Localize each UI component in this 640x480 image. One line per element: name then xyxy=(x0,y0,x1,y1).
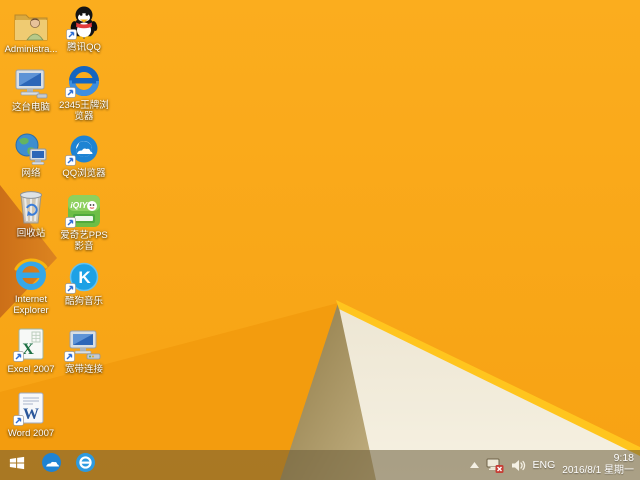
shortcut-arrow-icon xyxy=(65,283,76,294)
word-icon: W xyxy=(13,390,47,426)
windows-start-icon xyxy=(8,454,26,477)
network-status-icon[interactable] xyxy=(486,458,504,473)
desktop: Administra... 腾讯QQ 这台电脑 2345王牌浏览器 网络 QQ浏… xyxy=(0,0,640,480)
excel-logo-text: X xyxy=(22,341,34,358)
qq-browser-cloud-icon xyxy=(65,130,101,166)
blue-e-browser-icon xyxy=(65,62,101,98)
desktop-icon-qq-browser[interactable]: QQ浏览器 xyxy=(57,130,111,179)
desktop-icon-iqiyi-pps[interactable]: iQIYI 爱奇艺PPS影音 xyxy=(57,192,111,253)
kugou-logo-text: K xyxy=(78,268,91,287)
desktop-icon-2345-browser[interactable]: 2345王牌浏览器 xyxy=(57,62,111,123)
shortcut-arrow-icon xyxy=(65,87,76,98)
system-tray: ENG 9:18 2016/8/1 星期一 xyxy=(469,450,640,480)
show-hidden-icons-button[interactable] xyxy=(469,462,479,468)
desktop-icon-label: 这台电脑 xyxy=(11,102,50,113)
taskbar-internet-explorer-button[interactable] xyxy=(68,450,102,480)
desktop-icon-label: Excel 2007 xyxy=(7,364,55,375)
ie-circle-icon xyxy=(74,451,97,479)
recycle-bin-icon xyxy=(15,190,47,226)
qq-browser-cloud-icon xyxy=(40,451,63,479)
clock-date: 2016/8/1 星期一 xyxy=(562,465,634,477)
taskbar-qq-browser-button[interactable] xyxy=(34,450,68,480)
clock-time: 9:18 xyxy=(613,452,634,465)
desktop-icon-tencent-qq[interactable]: 腾讯QQ xyxy=(57,4,111,53)
desktop-icon-administrator[interactable]: Administra... xyxy=(4,6,58,55)
desktop-icon-label: Word 2007 xyxy=(7,428,55,439)
broadband-icon xyxy=(64,326,102,362)
language-indicator[interactable]: ENG xyxy=(533,459,556,471)
shortcut-arrow-icon xyxy=(13,351,24,362)
network-globe-icon xyxy=(13,130,49,166)
desktop-icon-excel-2007[interactable]: X Excel 2007 xyxy=(4,326,58,375)
desktop-icon-label: Internet Explorer xyxy=(13,294,49,317)
desktop-icon-label: QQ浏览器 xyxy=(62,168,106,179)
shortcut-arrow-icon xyxy=(13,415,24,426)
desktop-icon-label: 宽带连接 xyxy=(64,364,103,375)
desktop-icon-label: 网络 xyxy=(21,168,41,179)
shortcut-arrow-icon xyxy=(65,155,76,166)
ie-icon xyxy=(13,256,49,292)
taskbar: ENG 9:18 2016/8/1 星期一 xyxy=(0,450,640,480)
desktop-icon-kugou-music[interactable]: K 酷狗音乐 xyxy=(57,258,111,307)
desktop-icon-label: 回收站 xyxy=(16,228,46,239)
volume-icon[interactable] xyxy=(511,459,526,472)
chevron-up-icon xyxy=(469,462,479,468)
iqiyi-icon: iQIYI xyxy=(65,192,101,228)
desktop-icon-internet-explorer[interactable]: Internet Explorer xyxy=(4,256,58,317)
taskbar-clock[interactable]: 9:18 2016/8/1 星期一 xyxy=(562,452,634,478)
user-folder-icon xyxy=(13,6,49,42)
kugou-icon: K xyxy=(65,258,101,294)
excel-icon: X xyxy=(13,326,47,362)
computer-icon xyxy=(13,64,49,100)
shortcut-arrow-icon xyxy=(65,217,76,228)
qq-penguin-icon xyxy=(66,4,100,40)
desktop-icon-word-2007[interactable]: W Word 2007 xyxy=(4,390,58,439)
shortcut-arrow-icon xyxy=(66,29,77,40)
start-button[interactable] xyxy=(0,450,34,480)
desktop-icon-label: 腾讯QQ xyxy=(67,42,101,53)
word-logo-text: W xyxy=(23,406,39,423)
desktop-icon-network[interactable]: 网络 xyxy=(4,130,58,179)
desktop-icon-label: 2345王牌浏览器 xyxy=(59,100,109,123)
taskbar-buttons xyxy=(0,450,102,480)
desktop-icon-label: 酷狗音乐 xyxy=(64,296,103,307)
desktop-icon-label: 爱奇艺PPS影音 xyxy=(60,230,108,253)
desktop-icon-broadband[interactable]: 宽带连接 xyxy=(57,326,111,375)
desktop-icon-label: Administra... xyxy=(4,44,58,55)
desktop-icon-recycle-bin[interactable]: 回收站 xyxy=(4,190,58,239)
shortcut-arrow-icon xyxy=(64,351,75,362)
desktop-icon-this-pc[interactable]: 这台电脑 xyxy=(4,64,58,113)
